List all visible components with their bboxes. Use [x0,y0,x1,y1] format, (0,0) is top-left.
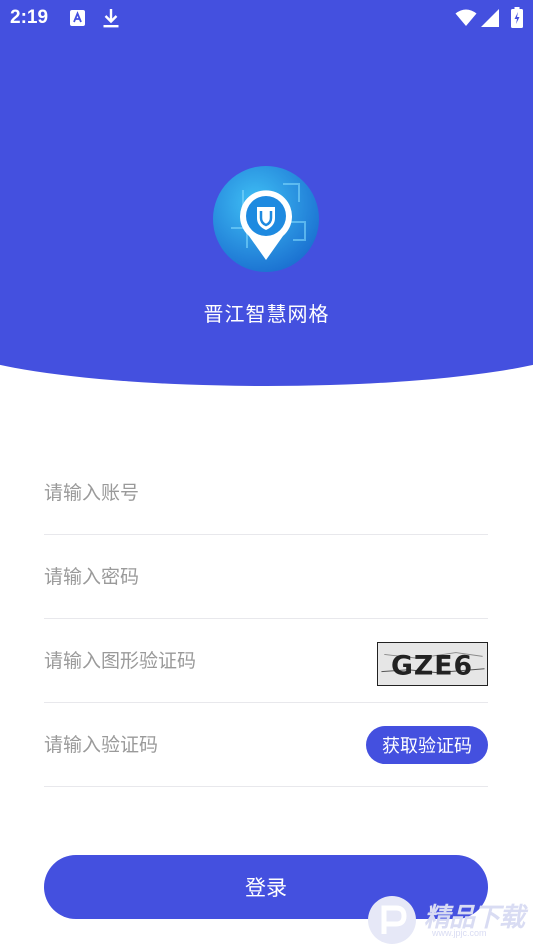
wifi-icon [455,9,477,26]
captcha-field: GZE6 [44,619,488,703]
password-field [44,535,488,619]
status-time: 2:19 [10,7,49,28]
sms-code-field: 获取验证码 [44,703,488,787]
account-input[interactable] [44,451,344,535]
get-code-button[interactable]: 获取验证码 [366,726,488,764]
a-icon [70,10,85,26]
download-icon [103,9,119,28]
header: 2:19 晋江智慧网格 [0,0,533,386]
account-field [44,451,488,535]
password-input[interactable] [44,535,344,619]
sms-code-input[interactable] [44,703,344,787]
watermark-url: www.jpjc.com [432,928,487,938]
signal-icon [481,9,499,27]
battery-icon [511,7,523,28]
app-title: 晋江智慧网格 [203,302,330,326]
status-bar: 2:19 [0,0,533,36]
captcha-image[interactable]: GZE6 [377,642,488,686]
location-shield-logo [213,166,319,272]
captcha-text: GZE6 [391,651,473,682]
captcha-input[interactable] [44,619,344,703]
